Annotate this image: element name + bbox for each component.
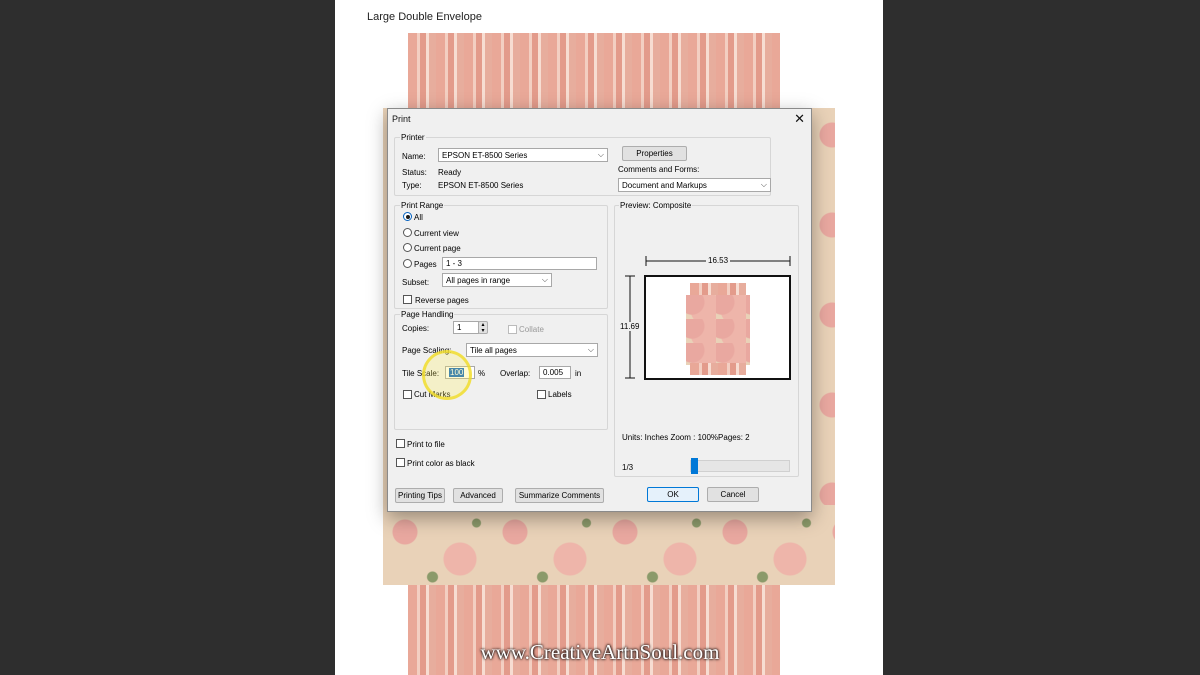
preview-page	[644, 275, 791, 380]
tile-scale-unit: %	[478, 369, 486, 378]
radio-current-view[interactable]	[403, 228, 412, 237]
overlap-unit: in	[575, 369, 582, 378]
preview-label: Preview: Composite	[619, 201, 693, 210]
print-color-black-checkbox[interactable]	[396, 458, 405, 467]
comments-forms-select[interactable]: Document and Markups ⌵	[618, 178, 771, 192]
copies-label: Copies:	[402, 324, 430, 333]
watermark: www.CreativeArtnSoul.com	[480, 640, 720, 664]
subset-select[interactable]: All pages in range ⌵	[442, 273, 552, 287]
preview-envelope-bottom	[690, 363, 746, 375]
printer-type-value: EPSON ET-8500 Series	[438, 181, 524, 190]
document-title: Large Double Envelope	[367, 11, 482, 23]
copies-input[interactable]: 1	[453, 321, 479, 334]
radio-all-label: All	[414, 213, 423, 222]
chevron-down-icon: ⌵	[597, 150, 604, 159]
printing-tips-button[interactable]: Printing Tips	[395, 488, 445, 503]
preview-envelope-body	[686, 295, 750, 365]
page-scaling-select[interactable]: Tile all pages ⌵	[466, 343, 598, 357]
print-to-file-checkbox[interactable]	[396, 439, 405, 448]
print-color-black-label: Print color as black	[407, 459, 475, 468]
collate-label: Collate	[519, 325, 544, 334]
printer-name-value: EPSON ET-8500 Series	[442, 151, 528, 160]
preview-page-slider[interactable]	[690, 460, 790, 472]
page-scaling-value: Tile all pages	[470, 346, 517, 355]
radio-all[interactable]	[403, 212, 412, 221]
preview-slider-thumb[interactable]	[691, 458, 698, 474]
printer-group-label: Printer	[400, 133, 426, 142]
envelope-top-flap	[408, 33, 780, 108]
preview-width: 16.53	[706, 256, 731, 265]
advanced-button[interactable]: Advanced	[453, 488, 503, 503]
labels-label: Labels	[548, 390, 572, 399]
radio-current-page[interactable]	[403, 243, 412, 252]
chevron-down-icon: ⌵	[760, 180, 767, 189]
pages-input[interactable]: 1 - 3	[442, 257, 597, 270]
preview-height: 11.69	[620, 322, 640, 331]
radio-current-view-label: Current view	[414, 229, 459, 238]
cursor-highlight	[422, 350, 472, 400]
overlap-label: Overlap:	[500, 369, 531, 378]
properties-button[interactable]: Properties	[622, 146, 687, 161]
chevron-down-icon: ⌵	[541, 275, 548, 284]
preview-units-zoom: Units: Inches Zoom : 100%Pages: 2	[622, 433, 750, 442]
comments-forms-value: Document and Markups	[622, 181, 707, 190]
labels-checkbox[interactable]	[537, 390, 546, 399]
print-range-label: Print Range	[400, 201, 445, 210]
comments-forms-label: Comments and Forms:	[618, 165, 700, 174]
collate-checkbox[interactable]	[508, 325, 517, 334]
printer-type-label: Type:	[402, 181, 422, 190]
radio-pages[interactable]	[403, 259, 412, 268]
printer-status-label: Status:	[402, 168, 427, 177]
overlap-input[interactable]: 0.005	[539, 366, 571, 379]
page-handling-label: Page Handling	[400, 310, 455, 319]
print-to-file-label: Print to file	[407, 440, 445, 449]
cancel-button[interactable]: Cancel	[707, 487, 759, 502]
chevron-down-icon: ⌵	[587, 345, 594, 354]
subset-label: Subset:	[402, 278, 430, 287]
copies-stepper[interactable]: ▴ ▾	[478, 321, 488, 334]
printer-status-value: Ready	[438, 168, 462, 177]
dialog-title: Print	[392, 114, 411, 124]
radio-current-page-label: Current page	[414, 244, 461, 253]
summarize-comments-button[interactable]: Summarize Comments	[515, 488, 604, 503]
ok-button[interactable]: OK	[647, 487, 699, 502]
envelope-body-right	[810, 108, 835, 568]
envelope-body-bottom	[383, 505, 835, 585]
reverse-pages-label: Reverse pages	[415, 296, 469, 305]
close-icon[interactable]: ✕	[794, 111, 805, 127]
radio-pages-label: Pages	[414, 260, 437, 269]
printer-name-label: Name:	[402, 152, 426, 161]
cut-marks-checkbox[interactable]	[403, 390, 412, 399]
preview-page-indicator: 1/3	[622, 463, 634, 472]
reverse-pages-checkbox[interactable]	[403, 295, 412, 304]
printer-name-select[interactable]: EPSON ET-8500 Series ⌵	[438, 148, 608, 162]
subset-value: All pages in range	[446, 276, 511, 285]
